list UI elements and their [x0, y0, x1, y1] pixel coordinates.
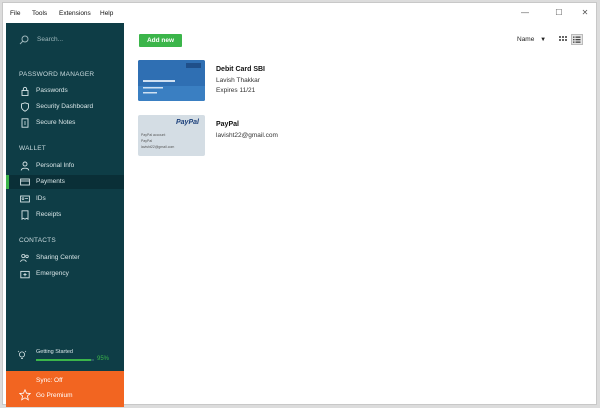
note-icon — [21, 118, 29, 128]
card-icon — [20, 178, 30, 186]
sidebar-item-label: Emergency — [36, 270, 69, 277]
sidebar-item-label: Receipts — [36, 211, 62, 218]
sidebar-item-label: Personal Info — [36, 162, 75, 169]
chevron-down-icon: ▼ — [540, 37, 547, 43]
menu-file[interactable]: File — [10, 10, 20, 17]
sidebar: Search... PASSWORD MANAGER Passwords Sec… — [6, 23, 124, 371]
paypal-email: lavisht22@gmail.com — [216, 132, 278, 139]
minimize-button[interactable]: — — [519, 8, 531, 18]
debit-card-title[interactable]: Debit Card SBI — [216, 66, 265, 73]
getting-started-percent: 95% — [97, 356, 110, 362]
person-icon — [20, 161, 30, 171]
lightbulb-icon — [17, 350, 27, 359]
paypal-logo: PayPal — [176, 119, 199, 126]
shield-icon — [21, 102, 29, 112]
add-new-button[interactable]: Add new — [139, 34, 182, 47]
debit-card-holder: Lavish Thakkar — [216, 77, 260, 84]
getting-started-progress — [36, 359, 94, 361]
lock-icon — [21, 86, 29, 96]
getting-started-label: Getting Started — [36, 349, 73, 355]
search-icon — [19, 35, 29, 45]
grid-icon — [559, 36, 567, 41]
sidebar-item-payments[interactable]: Payments — [6, 175, 124, 189]
paypal-title[interactable]: PayPal — [216, 121, 239, 128]
paypal-thumb-line3: lavisht22@gmail.com — [141, 145, 175, 149]
sidebar-item-personal-info[interactable]: Personal Info — [6, 159, 124, 173]
receipt-icon — [21, 210, 29, 220]
search-box[interactable]: Search... — [17, 33, 117, 47]
star-icon — [19, 389, 31, 401]
sidebar-item-label: Sharing Center — [36, 254, 80, 261]
menu-tools[interactable]: Tools — [32, 10, 47, 17]
sidebar-item-emergency[interactable]: Emergency — [6, 267, 124, 281]
menu-bar: File Tools Extensions Help — ☐ ✕ — [3, 3, 596, 23]
grid-view-button[interactable] — [557, 34, 569, 45]
sidebar-item-label: Payments — [36, 178, 65, 185]
sharing-icon — [20, 253, 29, 263]
sort-label: Name — [517, 36, 535, 43]
app-window: File Tools Extensions Help — ☐ ✕ Search.… — [2, 2, 597, 407]
paypal-thumb-line2: PayPal — [141, 139, 153, 143]
getting-started[interactable]: Getting Started 95% — [17, 347, 117, 367]
sync-status[interactable]: Sync: Off — [36, 377, 63, 384]
id-icon — [20, 195, 30, 203]
paypal-thumbnail[interactable]: PayPal PayPal account PayPal lavisht22@g… — [138, 115, 205, 156]
sidebar-item-security-dashboard[interactable]: Security Dashboard — [6, 100, 124, 114]
premium-bar: Sync: Off Go Premium — [6, 371, 124, 407]
section-password-manager: PASSWORD MANAGER — [19, 71, 95, 78]
sidebar-item-label: Security Dashboard — [36, 103, 94, 110]
menu-extensions[interactable]: Extensions — [59, 10, 91, 17]
sidebar-item-ids[interactable]: IDs — [6, 192, 124, 206]
close-button[interactable]: ✕ — [579, 8, 591, 18]
sidebar-item-label: IDs — [36, 195, 46, 202]
sidebar-item-passwords[interactable]: Passwords — [6, 84, 124, 98]
section-contacts: CONTACTS — [19, 237, 56, 244]
emergency-icon — [20, 270, 30, 279]
sidebar-item-secure-notes[interactable]: Secure Notes — [6, 116, 124, 130]
debit-card-thumbnail[interactable] — [138, 60, 205, 101]
sidebar-item-label: Secure Notes — [36, 119, 76, 126]
list-view-button[interactable] — [571, 34, 583, 45]
card-image — [138, 60, 205, 101]
sidebar-item-receipts[interactable]: Receipts — [6, 208, 124, 222]
sort-dropdown[interactable]: Name ▼ — [517, 36, 546, 43]
sidebar-item-label: Passwords — [36, 87, 68, 94]
go-premium-link[interactable]: Go Premium — [36, 392, 72, 399]
getting-started-progress-fill — [36, 359, 92, 361]
paypal-thumb-line1: PayPal account — [141, 133, 166, 137]
sidebar-item-sharing-center[interactable]: Sharing Center — [6, 251, 124, 265]
search-placeholder: Search... — [37, 36, 64, 43]
maximize-button[interactable]: ☐ — [553, 8, 565, 18]
menu-help[interactable]: Help — [100, 10, 113, 17]
list-icon — [573, 36, 581, 43]
debit-card-expiry: Expires 11/21 — [216, 87, 256, 94]
section-wallet: WALLET — [19, 145, 46, 152]
